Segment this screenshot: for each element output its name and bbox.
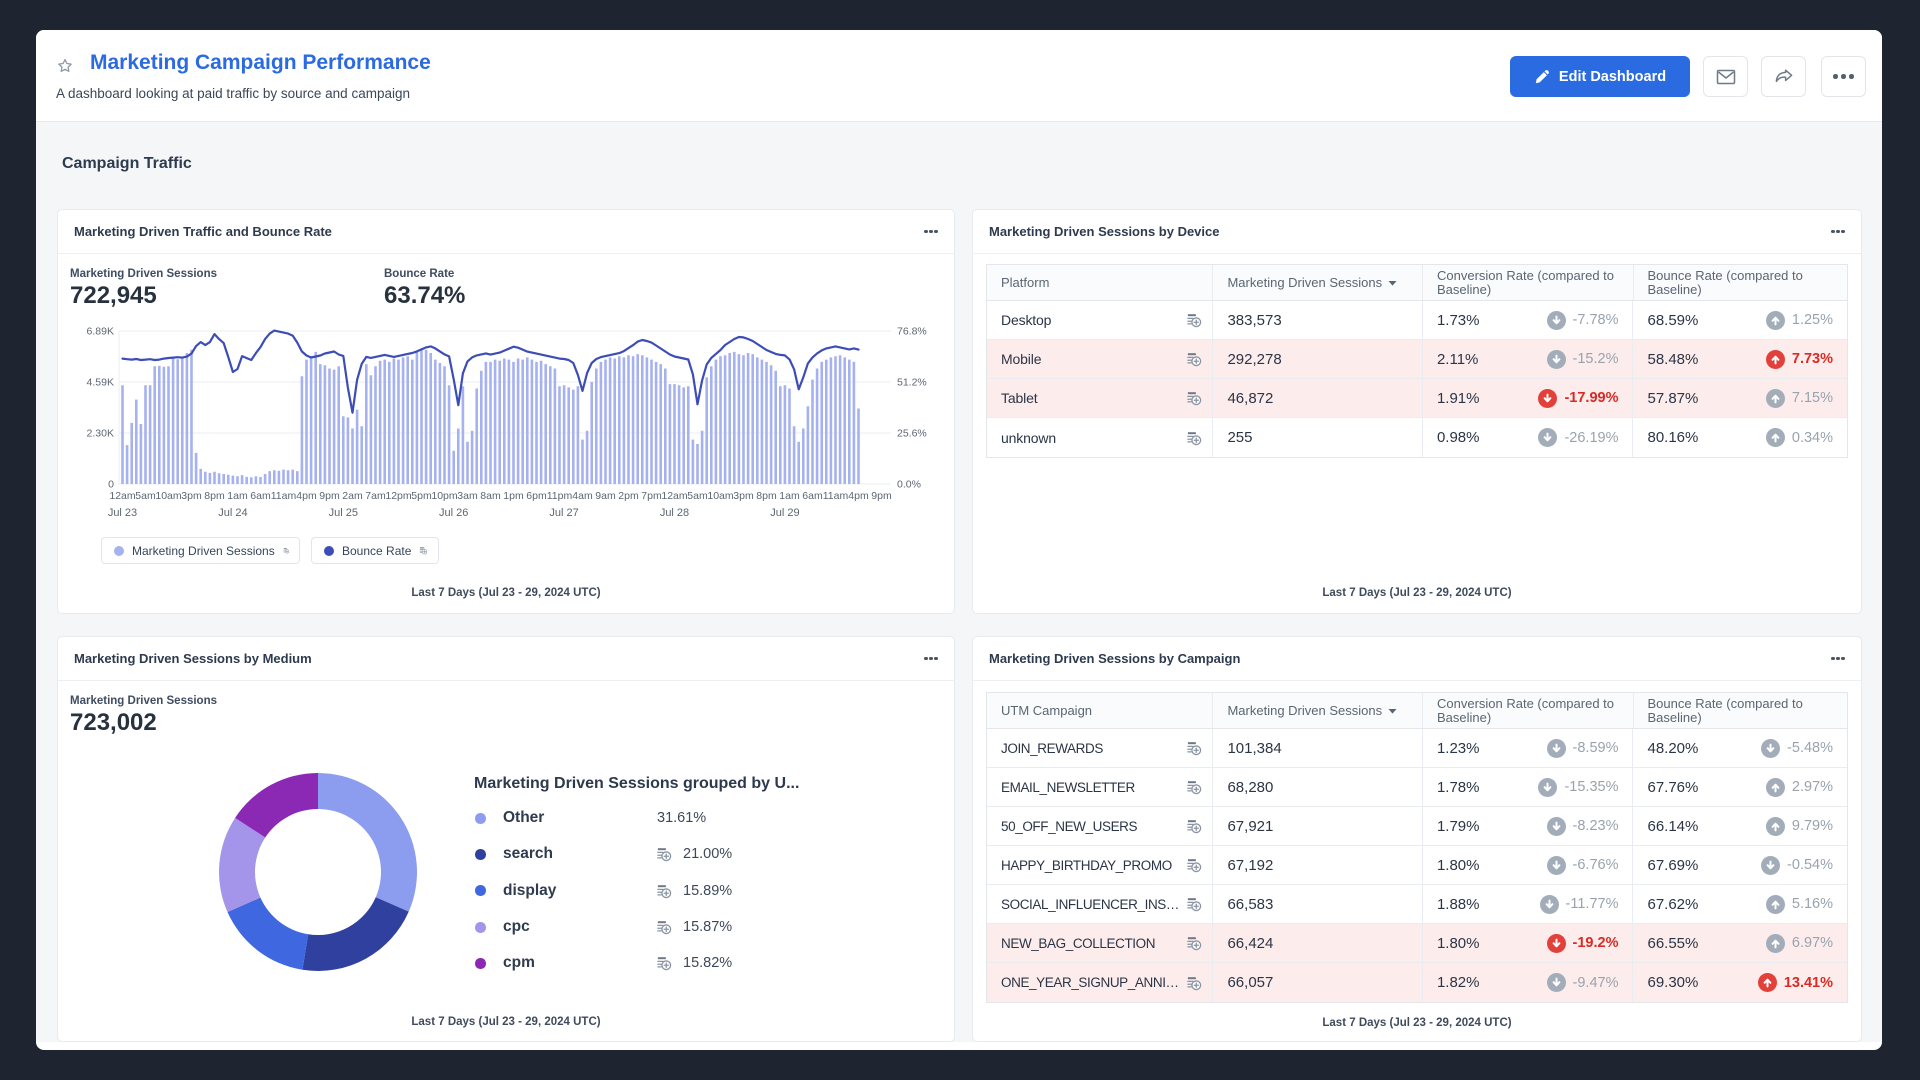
svg-text:9pm: 9pm <box>319 490 340 502</box>
svg-text:Jul 27: Jul 27 <box>549 507 578 519</box>
svg-text:Jul 28: Jul 28 <box>660 507 689 519</box>
svg-text:6.89K: 6.89K <box>87 326 114 338</box>
svg-text:1am: 1am <box>227 490 248 502</box>
svg-text:25.6%: 25.6% <box>897 428 927 440</box>
svg-text:3pm: 3pm <box>181 490 202 502</box>
svg-text:3pm: 3pm <box>733 490 754 502</box>
svg-text:Jul 24: Jul 24 <box>218 507 247 519</box>
svg-text:12pm: 12pm <box>385 490 412 502</box>
svg-text:10am: 10am <box>707 490 734 502</box>
svg-text:10pm: 10pm <box>431 490 458 502</box>
svg-text:8pm: 8pm <box>204 490 225 502</box>
svg-text:3am: 3am <box>457 490 478 502</box>
svg-text:Jul 23: Jul 23 <box>108 507 137 519</box>
svg-text:1pm: 1pm <box>503 490 524 502</box>
svg-text:5am: 5am <box>687 490 708 502</box>
svg-text:2am: 2am <box>342 490 363 502</box>
svg-text:9am: 9am <box>595 490 616 502</box>
svg-text:7pm: 7pm <box>641 490 662 502</box>
svg-text:6pm: 6pm <box>526 490 547 502</box>
svg-text:11am: 11am <box>271 490 297 502</box>
svg-text:6am: 6am <box>802 490 823 502</box>
svg-text:Jul 25: Jul 25 <box>329 507 358 519</box>
svg-text:11am: 11am <box>823 490 849 502</box>
svg-text:76.8%: 76.8% <box>897 326 927 338</box>
svg-text:0: 0 <box>108 479 114 491</box>
svg-text:9pm: 9pm <box>871 490 892 502</box>
svg-text:4pm: 4pm <box>848 490 869 502</box>
svg-text:5pm: 5pm <box>411 490 432 502</box>
svg-text:4am: 4am <box>572 490 593 502</box>
svg-text:4.59K: 4.59K <box>87 377 114 389</box>
svg-text:12am: 12am <box>661 490 688 502</box>
svg-text:51.2%: 51.2% <box>897 377 927 389</box>
svg-text:0.0%: 0.0% <box>897 479 921 491</box>
svg-text:2pm: 2pm <box>618 490 639 502</box>
svg-text:8am: 8am <box>480 490 501 502</box>
svg-text:11pm: 11pm <box>547 490 573 502</box>
svg-text:4pm: 4pm <box>296 490 317 502</box>
svg-text:1am: 1am <box>779 490 800 502</box>
svg-text:6am: 6am <box>250 490 271 502</box>
svg-text:10am: 10am <box>155 490 182 502</box>
svg-text:Jul 29: Jul 29 <box>770 507 799 519</box>
svg-text:7am: 7am <box>365 490 386 502</box>
svg-text:5am: 5am <box>135 490 156 502</box>
svg-text:8pm: 8pm <box>756 490 777 502</box>
svg-text:Jul 26: Jul 26 <box>439 507 468 519</box>
svg-text:12am: 12am <box>109 490 136 502</box>
svg-text:2.30K: 2.30K <box>87 428 114 440</box>
